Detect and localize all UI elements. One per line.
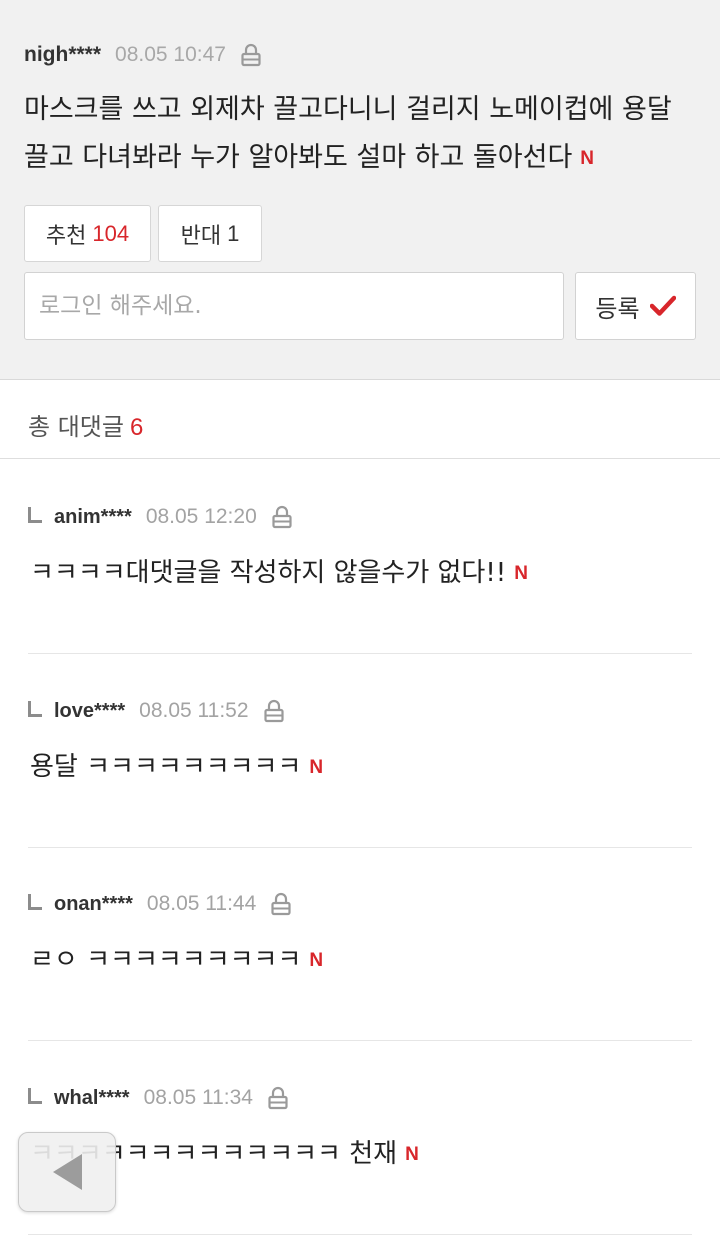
reply-meta: anim**** 08.05 12:20 (28, 502, 293, 532)
reply-input[interactable] (24, 272, 564, 340)
back-button[interactable] (18, 1132, 116, 1212)
back-triangle-icon (53, 1154, 82, 1190)
replies-total-label: 총 대댓글 (28, 413, 124, 441)
reply-time: 08.05 11:34 (143, 1086, 253, 1109)
reply-elbow-icon (28, 894, 42, 910)
comment-meta: nigh**** 08.05 10:47 (24, 40, 262, 70)
reply-meta: love**** 08.05 11:52 (28, 696, 285, 726)
replies-total: 총 대댓글 6 (28, 407, 143, 442)
reply-body: 용달 ㅋㅋㅋㅋㅋㅋㅋㅋㅋ N (30, 746, 323, 783)
reply-body: ㄹㅇ ㅋㅋㅋㅋㅋㅋㅋㅋㅋ N (30, 939, 323, 976)
reply-time: 08.05 11:44 (146, 892, 257, 915)
check-icon (649, 295, 676, 316)
submit-button[interactable]: 등록 (575, 272, 696, 340)
reply-text: 용달 ㅋㅋㅋㅋㅋㅋㅋㅋㅋ (30, 752, 302, 782)
reply-elbow-icon (28, 701, 42, 717)
submit-label: 등록 (595, 294, 640, 323)
reply-author[interactable]: anim**** (54, 506, 132, 529)
comment-author[interactable]: nigh**** (24, 43, 101, 67)
lock-icon[interactable] (240, 43, 262, 67)
lock-icon[interactable] (270, 892, 292, 916)
reply-body: ㅋㅋㅋㅋ대댓글을 작성하지 않을수가 없다!! N (30, 552, 528, 589)
recommend-label: 추천 (45, 223, 87, 249)
replies-total-count: 6 (129, 414, 144, 441)
comment-body: 마스크를 쓰고 외제차 끌고다니니 걸리지 노메이컵에 용달 끌고 다녀봐라 누… (24, 86, 704, 183)
replies-header: 총 대댓글 6 (0, 381, 720, 459)
reply-time: 08.05 12:20 (145, 505, 257, 528)
recommend-button[interactable]: 추천 104 (24, 205, 151, 262)
reply-elbow-icon (28, 1088, 42, 1104)
reply-text: ㅋㅋㅋㅋ대댓글을 작성하지 않을수가 없다!! (30, 558, 507, 588)
oppose-label: 반대 (180, 223, 222, 249)
lock-icon[interactable] (263, 699, 285, 723)
oppose-count: 1 (227, 220, 240, 246)
reply-meta: whal**** 08.05 11:34 (28, 1083, 289, 1113)
oppose-button[interactable]: 반대 1 (158, 205, 262, 262)
reply-author[interactable]: whal**** (54, 1087, 130, 1110)
lock-icon[interactable] (267, 1086, 289, 1110)
comment-time: 08.05 10:47 (115, 43, 226, 66)
new-badge: N (309, 757, 324, 778)
new-badge: N (514, 563, 528, 584)
reply-elbow-icon (28, 507, 42, 523)
reply-item: love**** 08.05 11:52 용달 ㅋㅋㅋㅋㅋㅋㅋㅋㅋ N (28, 696, 692, 848)
reply-meta: onan**** 08.05 11:44 (28, 889, 292, 919)
new-badge: N (580, 148, 595, 169)
reply-text: ㄹㅇ ㅋㅋㅋㅋㅋㅋㅋㅋㅋ (30, 945, 302, 975)
reply-item: onan**** 08.05 11:44 ㄹㅇ ㅋㅋㅋㅋㅋㅋㅋㅋㅋ N (28, 889, 692, 1041)
reply-item: whal**** 08.05 11:34 ㅋㅋㅋㅋㅋㅋㅋㅋㅋㅋㅋㅋㅋ 천재 N (28, 1083, 692, 1235)
new-badge: N (405, 1144, 419, 1165)
reply-author[interactable]: onan**** (54, 893, 133, 916)
new-badge: N (309, 950, 324, 971)
reply-author[interactable]: love**** (54, 700, 125, 723)
reply-time: 08.05 11:52 (139, 699, 249, 722)
comment-text: 마스크를 쓰고 외제차 끌고다니니 걸리지 노메이컵에 용달 끌고 다녀봐라 누… (24, 94, 672, 173)
lock-icon[interactable] (271, 505, 293, 529)
reply-item: anim**** 08.05 12:20 ㅋㅋㅋㅋ대댓글을 작성하지 않을수가 … (28, 502, 692, 654)
recommend-count: 104 (92, 220, 130, 246)
comment-panel: nigh**** 08.05 10:47 마스크를 쓰고 외제차 끌고다니니 걸… (0, 0, 720, 380)
